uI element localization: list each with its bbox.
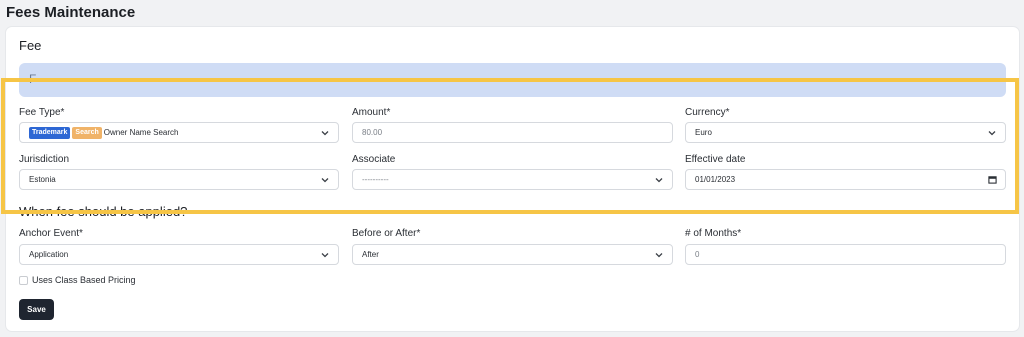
- effective-date-input[interactable]: 01/01/2023: [685, 169, 1006, 190]
- jurisdiction-select[interactable]: Estonia: [19, 169, 339, 190]
- jurisdiction-label: Jurisdiction: [19, 154, 70, 165]
- class-pricing-label: Uses Class Based Pricing: [32, 275, 136, 285]
- associate-value: ----------: [362, 175, 389, 184]
- chevron-down-icon: [321, 131, 329, 136]
- chevron-down-icon: [988, 131, 996, 136]
- anchor-event-select[interactable]: Application: [19, 244, 339, 265]
- associate-label: Associate: [352, 154, 396, 165]
- amount-label: Amount*: [352, 107, 391, 118]
- effective-date-label: Effective date: [685, 154, 746, 165]
- fee-application-heading: When fee should be applied?: [19, 204, 188, 219]
- info-banner-text: F: [29, 72, 37, 86]
- effective-date-value: 01/01/2023: [695, 175, 736, 184]
- chevron-down-icon: [321, 253, 329, 258]
- currency-select[interactable]: Euro: [685, 122, 1006, 143]
- chevron-down-icon: [655, 178, 663, 183]
- months-input[interactable]: 0: [685, 244, 1006, 265]
- info-banner: F: [19, 63, 1006, 97]
- fee-type-select[interactable]: Trademark Search Owner Name Search: [19, 122, 339, 143]
- anchor-event-value: Application: [29, 250, 69, 259]
- before-after-label: Before or After*: [352, 228, 421, 239]
- before-after-value: After: [362, 250, 379, 259]
- months-value: 0: [695, 250, 700, 259]
- class-pricing-checkbox[interactable]: [19, 275, 28, 285]
- search-badge: Search: [72, 126, 102, 139]
- amount-value: 80.00: [362, 128, 383, 137]
- before-after-select[interactable]: After: [352, 244, 673, 265]
- trademark-badge: Trademark: [29, 126, 71, 139]
- page-title: Fees Maintenance: [6, 4, 136, 21]
- save-button[interactable]: Save: [19, 299, 54, 320]
- fee-type-label: Fee Type*: [19, 107, 65, 118]
- anchor-event-label: Anchor Event*: [19, 228, 83, 239]
- fee-type-value: Owner Name Search: [103, 128, 179, 137]
- chevron-down-icon: [655, 253, 663, 258]
- amount-input[interactable]: 80.00: [352, 122, 673, 143]
- calendar-icon[interactable]: [988, 175, 997, 184]
- jurisdiction-value: Estonia: [29, 175, 56, 184]
- class-pricing-row[interactable]: Uses Class Based Pricing: [19, 275, 136, 285]
- currency-value: Euro: [695, 128, 712, 137]
- chevron-down-icon: [321, 178, 329, 183]
- associate-select[interactable]: ----------: [352, 169, 673, 190]
- months-label: # of Months*: [685, 228, 742, 239]
- section-title: Fee: [19, 38, 42, 53]
- currency-label: Currency*: [685, 107, 730, 118]
